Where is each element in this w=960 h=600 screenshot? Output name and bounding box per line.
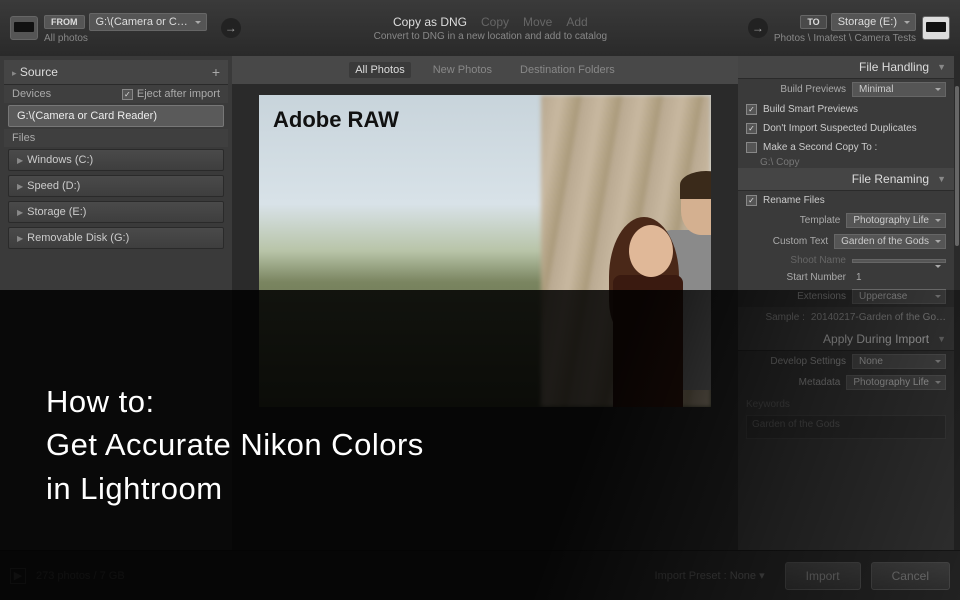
mode-description: Convert to DNG in a new location and add… [241,31,740,42]
photo-raw-label: Adobe RAW [273,107,399,133]
file-handling-title[interactable]: File Handling [859,60,929,74]
from-block: FROM G:\(Camera or C… All photos → [10,13,241,44]
drive-item[interactable]: ▶Removable Disk (G:) [8,227,224,249]
no-dupes-label: Don't Import Suspected Duplicates [763,123,917,134]
shoot-name-label: Shoot Name [790,255,846,266]
tab-all-photos[interactable]: All Photos [349,62,411,78]
eject-label: Eject after import [137,88,220,100]
mode-copy[interactable]: Copy [481,15,509,29]
mode-move[interactable]: Move [523,15,552,29]
custom-text-label: Custom Text [773,236,828,247]
source-drive-icon [10,16,38,40]
shoot-name-input[interactable] [852,259,946,263]
tab-destination[interactable]: Destination Folders [514,62,621,78]
rename-label: Rename Files [763,195,825,206]
eject-checkbox[interactable] [122,89,133,100]
second-copy-label: Make a Second Copy To : [763,142,877,153]
smart-previews-label: Build Smart Previews [763,104,858,115]
to-path-dropdown[interactable]: Storage (E:) [831,13,916,31]
devices-label: Devices [12,88,51,100]
mode-copy-dng[interactable]: Copy as DNG [393,15,467,29]
to-block: → TO Storage (E:) Photos \ Imatest \ Cam… [740,13,950,44]
title-overlay: How to: Get Accurate Nikon Colors in Lig… [0,290,960,600]
files-label: Files [12,132,35,144]
no-dupes-checkbox[interactable] [746,123,757,134]
rename-checkbox[interactable] [746,195,757,206]
custom-text-input[interactable]: Garden of the Gods [834,234,946,249]
drive-item[interactable]: ▶Speed (D:) [8,175,224,197]
from-subpath: All photos [44,33,207,44]
file-renaming-title[interactable]: File Renaming [852,172,929,186]
template-dropdown[interactable]: Photography Life [846,213,946,228]
drive-item[interactable]: ▶Windows (C:) [8,149,224,171]
smart-previews-checkbox[interactable] [746,104,757,115]
template-label: Template [800,215,841,226]
copy-mode-selector: Copy as DNG Copy Move Add Convert to DNG… [241,15,740,42]
from-arrow-button[interactable]: → [221,18,241,38]
tab-new-photos[interactable]: New Photos [427,62,498,78]
overlay-line1: How to: [46,384,155,419]
from-path-dropdown[interactable]: G:\(Camera or C… [89,13,207,31]
import-topbar: FROM G:\(Camera or C… All photos → Copy … [0,0,960,56]
overlay-line2: Get Accurate Nikon Colors [46,427,424,462]
start-number-value[interactable]: 1 [852,272,946,283]
add-source-button[interactable]: + [212,64,220,80]
preview-tabs: All Photos New Photos Destination Folder… [232,56,738,85]
build-previews-label: Build Previews [780,84,846,95]
source-title: Source [20,65,58,79]
from-pill: FROM [44,15,85,29]
to-arrow-button[interactable]: → [748,18,768,38]
to-pill: TO [800,15,826,29]
drive-item[interactable]: ▶Storage (E:) [8,201,224,223]
second-copy-path: G:\ Copy [738,157,954,168]
build-previews-dropdown[interactable]: Minimal [852,82,946,97]
start-number-label: Start Number [787,272,846,283]
dest-drive-icon [922,16,950,40]
mode-add[interactable]: Add [566,15,587,29]
second-copy-checkbox[interactable] [746,142,757,153]
overlay-line3: in Lightroom [46,471,223,506]
selected-device[interactable]: G:\(Camera or Card Reader) [8,105,224,127]
to-subpath: Photos \ Imatest \ Camera Tests [774,33,916,44]
